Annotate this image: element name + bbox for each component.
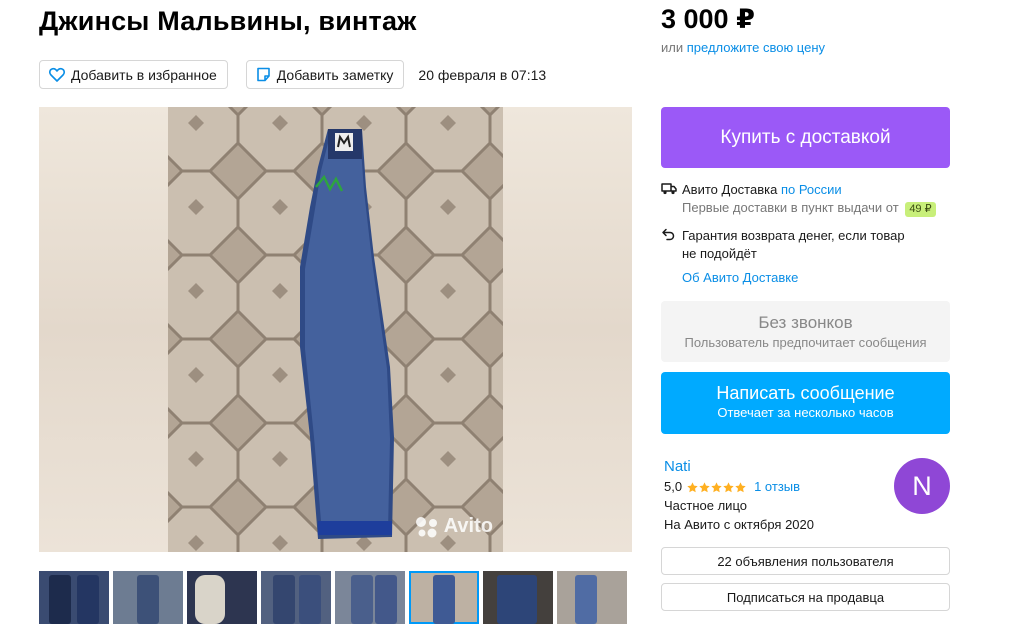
first-delivery-text: Первые доставки в пункт выдачи от [682, 200, 899, 215]
thumbnail-active[interactable] [409, 571, 479, 624]
add-note-button[interactable]: Добавить заметку [245, 60, 405, 89]
response-time-label: Отвечает за несколько часов [717, 405, 894, 420]
thumbnail[interactable] [261, 571, 331, 624]
delivery-region: по России [780, 182, 842, 197]
avito-logo-icon [415, 516, 437, 537]
guarantee-line-1: Гарантия возврата денег, если товар [682, 228, 905, 243]
star-icon [735, 481, 746, 492]
seller-type: Частное лицо [664, 498, 747, 513]
delivery-service-line: Авито Доставка по России [682, 181, 936, 199]
reviews-link[interactable]: 1 отзыв [754, 478, 800, 496]
thumbnail[interactable] [557, 571, 627, 624]
seller-rating: 5,0 [664, 479, 683, 494]
seller-ads-button[interactable]: 22 объявления пользователя [661, 547, 950, 575]
subscribe-seller-button[interactable]: Подписаться на продавца [661, 583, 950, 611]
add-to-favorites-button[interactable]: Добавить в избранное [39, 60, 228, 89]
delivery-first-line: Первые доставки в пункт выдачи от 49 ₽ [682, 199, 936, 217]
listing-date: 20 февраля в 07:13 [418, 66, 547, 83]
offer-price-link[interactable]: предложите свою цену [687, 40, 825, 55]
price: 3 000 ₽ [661, 4, 755, 34]
note-icon [256, 67, 270, 82]
return-arrow-icon [662, 228, 675, 241]
photo-gallery[interactable]: Avito [39, 107, 632, 552]
listing-actions: Добавить в избранное Добавить заметку 20… [39, 60, 546, 89]
photo-blur-right [503, 107, 632, 552]
seller-name[interactable]: Nati [664, 458, 814, 475]
truck-icon [661, 183, 677, 195]
add-to-favorites-label: Добавить в избранное [71, 66, 217, 83]
thumbnail[interactable] [113, 571, 183, 624]
star-icon [723, 481, 734, 492]
thumbnail[interactable] [483, 571, 553, 624]
main-photo[interactable]: Avito [168, 107, 503, 552]
thumbnail[interactable] [335, 571, 405, 624]
heart-icon [49, 67, 65, 82]
seller-since: На Авито с октября 2020 [664, 517, 814, 532]
watermark-text: Avito [443, 515, 493, 537]
avito-watermark: Avito [414, 515, 493, 538]
no-calls-title: Без звонков [758, 313, 853, 332]
thumbnail[interactable] [39, 571, 109, 624]
no-calls-panel: Без звонков Пользователь предпочитает со… [661, 301, 950, 362]
avatar[interactable]: N [894, 458, 950, 514]
star-icon [699, 481, 710, 492]
price-alt-prefix: или [661, 40, 684, 55]
price-alternative: или предложите свою цену [661, 40, 825, 55]
write-message-button[interactable]: Написать сообщение Отвечает за несколько… [661, 372, 950, 434]
write-message-label: Написать сообщение [716, 383, 895, 403]
rating-stars [687, 481, 747, 493]
buy-with-delivery-button[interactable]: Купить с доставкой [661, 107, 950, 168]
delivery-service: Авито Доставка [682, 182, 778, 197]
guarantee-line-2: не подойдёт [682, 246, 757, 261]
star-icon [687, 481, 698, 492]
jeans-image [300, 129, 394, 539]
add-note-label: Добавить заметку [276, 66, 394, 83]
first-delivery-price-badge: 49 ₽ [905, 202, 936, 217]
listing-title: Джинсы Мальвины, винтаж [39, 6, 417, 36]
seller-info: Nati 5,0 1 отзыв Частное лицо На Авито с… [664, 458, 814, 534]
thumbnail-strip [39, 571, 631, 624]
no-calls-subtitle: Пользователь предпочитает сообщения [684, 335, 927, 350]
photo-blur-left [39, 107, 168, 552]
thumbnail[interactable] [187, 571, 257, 624]
about-delivery-link[interactable]: Об Авито Доставке [682, 270, 798, 285]
seller-rating-row: 5,0 1 отзыв [664, 478, 814, 496]
star-icon [711, 481, 722, 492]
